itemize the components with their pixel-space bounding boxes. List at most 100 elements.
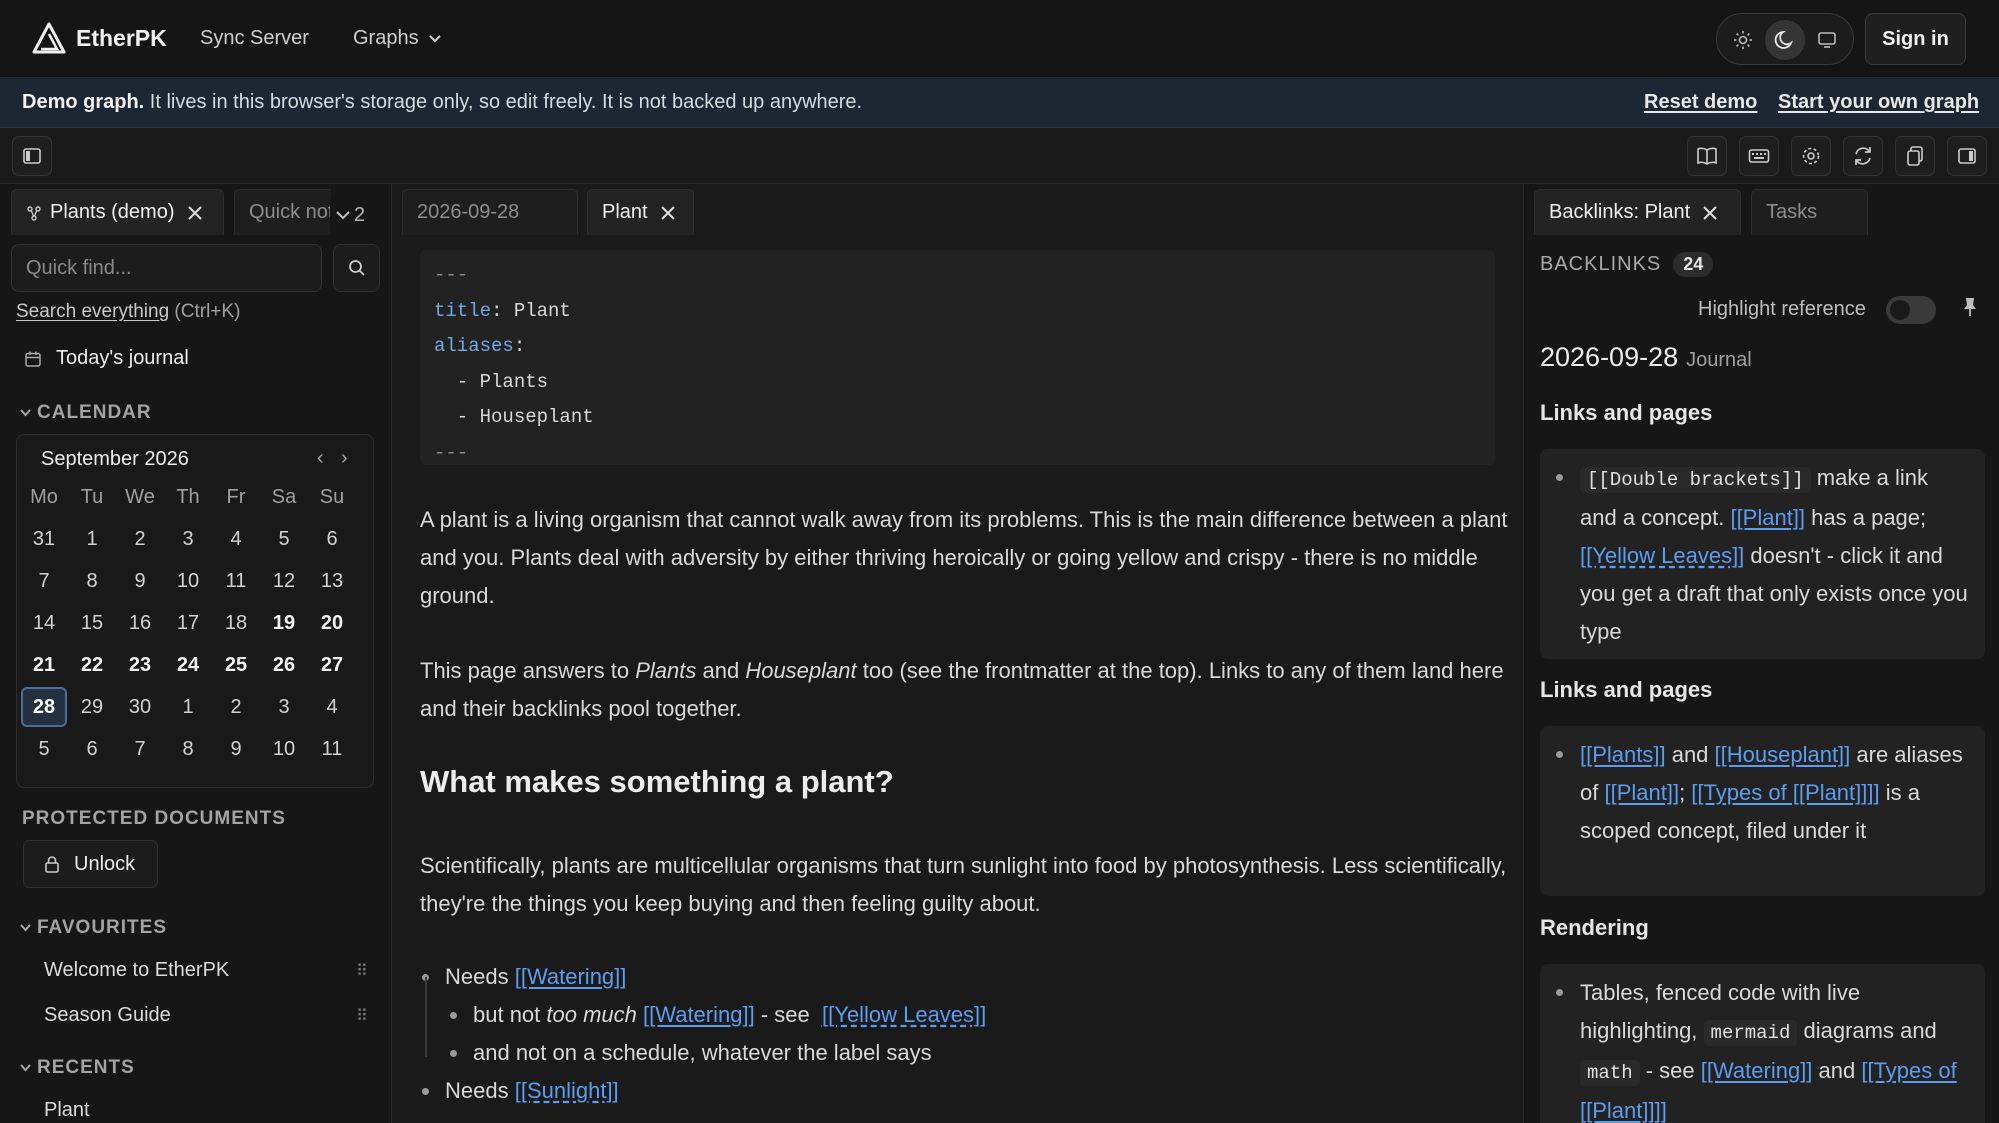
calendar-day[interactable]: 6	[69, 729, 115, 769]
calendar-day[interactable]: 31	[21, 519, 67, 559]
calendar-day[interactable]: 24	[165, 645, 211, 685]
wikilink-yellow-leaves[interactable]: [[Yellow Leaves]]	[1580, 543, 1744, 568]
unlock-button[interactable]: Unlock	[23, 840, 158, 888]
favourite-item[interactable]: Welcome to EtherPK	[44, 959, 229, 982]
tab-plants-demo[interactable]: Plants (demo)	[11, 189, 224, 235]
toggle-right-sidebar-button[interactable]	[1947, 136, 1987, 176]
calendar-day[interactable]: 3	[165, 519, 211, 559]
wikilink-watering[interactable]: [[Watering]]	[1701, 1058, 1813, 1083]
wikilink-types-of-plant[interactable]: [[Types of [[Plant]]]]	[1691, 780, 1879, 805]
theme-light-button[interactable]	[1723, 20, 1763, 60]
wikilink-plants[interactable]: [[Plants]]	[1580, 742, 1666, 767]
wikilink-sunlight[interactable]: [[Sunlight]]	[515, 1078, 619, 1104]
settings-button[interactable]	[1791, 136, 1831, 176]
todays-journal-link[interactable]: Today's journal	[24, 347, 189, 370]
copy-button[interactable]	[1895, 136, 1935, 176]
highlight-reference-toggle[interactable]	[1886, 296, 1936, 324]
brand-logo[interactable]: EtherPK	[32, 22, 167, 54]
calendar-day[interactable]: 2	[213, 687, 259, 727]
more-tabs-dropdown[interactable]: 2	[330, 198, 372, 232]
calendar-day[interactable]: 11	[309, 729, 355, 769]
wikilink-plant[interactable]: [[Plant]]	[1730, 505, 1805, 530]
wikilink-plant[interactable]: [[Plant]]	[1604, 780, 1679, 805]
calendar-day[interactable]: 26	[261, 645, 307, 685]
reset-demo-link[interactable]: Reset demo	[1644, 91, 1757, 114]
start-own-graph-link[interactable]: Start your own graph	[1778, 91, 1979, 114]
calendar-day[interactable]: 1	[165, 687, 211, 727]
calendar-day[interactable]: 8	[165, 729, 211, 769]
calendar-day[interactable]: 5	[21, 729, 67, 769]
calendar-day[interactable]: 29	[69, 687, 115, 727]
calendar-day[interactable]: 16	[117, 603, 163, 643]
favourite-item[interactable]: Season Guide	[44, 1004, 171, 1027]
nav-sync-server[interactable]: Sync Server	[200, 27, 309, 50]
calendar-day-today[interactable]: 28	[21, 687, 67, 727]
calendar-day[interactable]: 7	[117, 729, 163, 769]
close-icon[interactable]	[1702, 205, 1718, 221]
keyboard-shortcuts-button[interactable]	[1739, 136, 1779, 176]
theme-dark-button[interactable]	[1765, 20, 1805, 60]
quick-find-search-button[interactable]	[333, 244, 380, 292]
calendar-day[interactable]: 22	[69, 645, 115, 685]
calendar-next-button[interactable]: ›	[341, 447, 348, 470]
calendar-day[interactable]: 30	[117, 687, 163, 727]
backlink-card[interactable]: [[Plants]] and [[Houseplant]] are aliase…	[1540, 726, 1985, 896]
sync-button[interactable]	[1843, 136, 1883, 176]
reader-mode-button[interactable]	[1687, 136, 1727, 176]
calendar-day[interactable]: 20	[309, 603, 355, 643]
drag-handle-icon[interactable]: ⠿	[356, 961, 368, 981]
nav-graphs-dropdown[interactable]: Graphs	[353, 27, 441, 50]
pin-icon[interactable]	[1961, 296, 1979, 318]
calendar-day[interactable]: 21	[21, 645, 67, 685]
close-icon[interactable]	[660, 205, 676, 221]
calendar-day[interactable]: 15	[69, 603, 115, 643]
wikilink-yellow-leaves[interactable]: [[Yellow Leaves]]	[822, 1002, 986, 1028]
calendar-day[interactable]: 4	[213, 519, 259, 559]
tab-journal-2026-09-28[interactable]: 2026-09-28	[402, 189, 578, 235]
calendar-day[interactable]: 6	[309, 519, 355, 559]
tab-plant[interactable]: Plant	[587, 189, 694, 235]
backlink-card[interactable]: Tables, fenced code with live highlighti…	[1540, 964, 1985, 1123]
backlink-card[interactable]: [[Double brackets]] make a link and a co…	[1540, 449, 1985, 659]
backlink-source-page[interactable]: 2026-09-28 Journal	[1540, 342, 1752, 373]
wikilink-houseplant[interactable]: [[Houseplant]]	[1715, 742, 1851, 767]
calendar-day[interactable]: 9	[117, 561, 163, 601]
calendar-day[interactable]: 19	[261, 603, 307, 643]
frontmatter-block[interactable]: --- title: Plant aliases: - Plants - Hou…	[420, 250, 1495, 465]
calendar-day[interactable]: 25	[213, 645, 259, 685]
calendar-section-toggle[interactable]: CALENDAR	[20, 402, 152, 424]
quick-find-input[interactable]	[11, 244, 322, 292]
calendar-day[interactable]: 10	[261, 729, 307, 769]
calendar-day[interactable]: 27	[309, 645, 355, 685]
drag-handle-icon[interactable]: ⠿	[356, 1006, 368, 1026]
calendar-day[interactable]: 10	[165, 561, 211, 601]
calendar-prev-button[interactable]: ‹	[317, 447, 324, 470]
calendar-day[interactable]: 11	[213, 561, 259, 601]
calendar-day[interactable]: 1	[69, 519, 115, 559]
calendar-day[interactable]: 8	[69, 561, 115, 601]
calendar-day[interactable]: 13	[309, 561, 355, 601]
tab-quick-notes[interactable]: Quick notes	[234, 189, 331, 235]
calendar-day[interactable]: 14	[21, 603, 67, 643]
recent-item[interactable]: Plant	[44, 1099, 90, 1122]
theme-system-button[interactable]	[1807, 20, 1847, 60]
calendar-day[interactable]: 23	[117, 645, 163, 685]
calendar-day[interactable]: 3	[261, 687, 307, 727]
recents-section-toggle[interactable]: RECENTS	[20, 1057, 135, 1079]
tab-tasks[interactable]: Tasks	[1751, 189, 1868, 235]
calendar-day[interactable]: 5	[261, 519, 307, 559]
calendar-day[interactable]: 2	[117, 519, 163, 559]
close-icon[interactable]	[187, 205, 203, 221]
calendar-day[interactable]: 9	[213, 729, 259, 769]
tab-backlinks-plant[interactable]: Backlinks: Plant	[1534, 189, 1741, 235]
toggle-left-sidebar-button[interactable]	[12, 136, 52, 176]
favourites-section-toggle[interactable]: FAVOURITES	[20, 917, 167, 939]
wikilink-watering[interactable]: [[Watering]]	[515, 964, 627, 990]
search-everything-link[interactable]: Search everything	[16, 301, 169, 322]
calendar-day[interactable]: 7	[21, 561, 67, 601]
calendar-day[interactable]: 17	[165, 603, 211, 643]
wikilink-watering[interactable]: [[Watering]]	[643, 1002, 755, 1028]
calendar-day[interactable]: 12	[261, 561, 307, 601]
calendar-day[interactable]: 4	[309, 687, 355, 727]
calendar-day[interactable]: 18	[213, 603, 259, 643]
